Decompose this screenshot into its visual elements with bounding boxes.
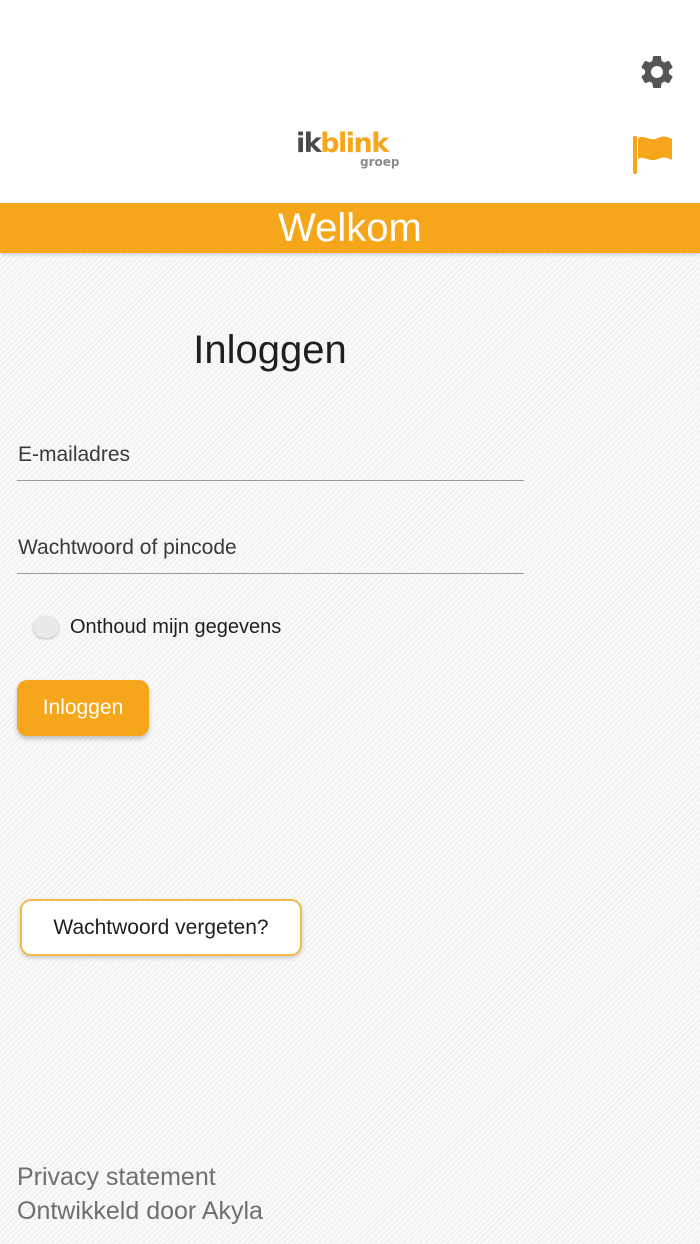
remember-me-toggle[interactable]: Onthoud mijn gegevens [33, 612, 281, 642]
remember-me-label: Onthoud mijn gegevens [70, 615, 282, 638]
logo-sub: groep [360, 155, 400, 169]
developer-credit-link[interactable]: Ontwikkeld door Akyla [17, 1194, 263, 1228]
welcome-banner: Welkom [0, 203, 700, 253]
forgot-password-button[interactable]: Wachtwoord vergeten? [20, 899, 302, 956]
page-title: Inloggen [193, 328, 347, 372]
remember-checkbox[interactable] [33, 616, 59, 638]
language-button[interactable] [630, 134, 676, 176]
flag-icon [633, 136, 672, 174]
privacy-statement-link[interactable]: Privacy statement [17, 1160, 216, 1194]
gear-icon [641, 55, 673, 88]
logo-ik: ik [296, 128, 322, 159]
top-bar: ikblink groep [0, 0, 700, 203]
login-button[interactable]: Inloggen [17, 680, 149, 736]
logo: ikblink groep [296, 127, 406, 173]
password-field[interactable] [17, 528, 524, 574]
email-field[interactable] [17, 435, 524, 481]
settings-button[interactable] [637, 52, 677, 92]
